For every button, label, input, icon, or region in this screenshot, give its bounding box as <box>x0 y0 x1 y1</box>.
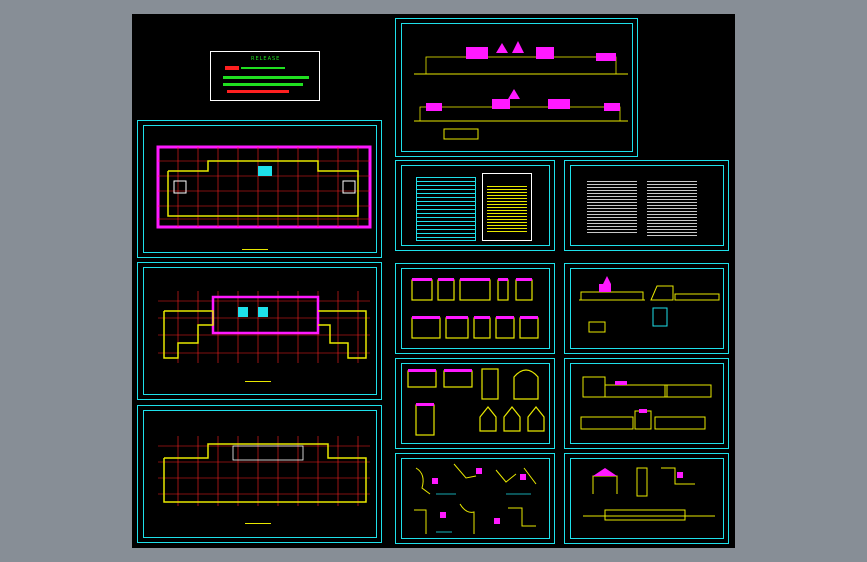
door-window-table <box>416 177 476 241</box>
section-sheet-2[interactable] <box>564 358 729 449</box>
window-elevations-1 <box>411 278 539 339</box>
release-green-line <box>223 83 303 86</box>
detail-sheet[interactable] <box>395 453 555 544</box>
section-drawing-2 <box>580 376 712 430</box>
release-title: RELEASE <box>251 56 281 62</box>
section-sheet-3[interactable] <box>564 453 729 544</box>
tables-sheet[interactable] <box>395 160 555 251</box>
elevation-drawing <box>414 41 628 140</box>
plan-1-caption-line <box>242 249 268 250</box>
section-drawing-3 <box>583 467 715 521</box>
schedule-table <box>482 173 532 241</box>
release-title-block: RELEASE <box>210 51 320 101</box>
window-detail-sheet-2[interactable] <box>395 358 555 449</box>
floor-plan-sheet-3[interactable] <box>137 405 382 543</box>
detail-drawing <box>414 463 537 534</box>
release-red-line <box>227 90 289 93</box>
window-elevations-2 <box>407 368 545 436</box>
elevation-sheet[interactable] <box>395 18 638 157</box>
floor-plan-sheet-2[interactable] <box>137 262 382 400</box>
section-sheet-1[interactable] <box>564 263 729 354</box>
plan-2-caption-line <box>245 381 271 382</box>
release-green-line <box>223 76 309 79</box>
notes-text-right <box>647 179 697 237</box>
release-red-mark <box>225 66 239 70</box>
notes-sheet[interactable] <box>564 160 729 251</box>
window-detail-sheet-1[interactable] <box>395 263 555 354</box>
floor-plan-sheet-1[interactable] <box>137 120 382 258</box>
section-drawing-1 <box>579 276 720 333</box>
floor-plan-1-drawing <box>156 145 372 229</box>
drawing-canvas[interactable]: RELEASE <box>132 14 735 548</box>
plan-3-caption-line <box>245 523 271 524</box>
notes-text-left <box>587 179 637 233</box>
release-green-line <box>241 67 285 69</box>
